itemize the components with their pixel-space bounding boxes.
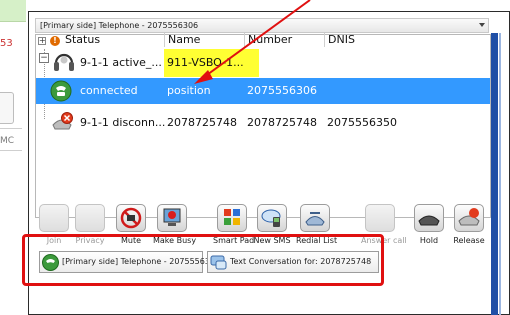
mute-icon [116, 204, 146, 232]
call-status: connected [80, 84, 138, 97]
column-header-number[interactable]: Number [244, 33, 292, 47]
call-name: 911-VSBO-1... [167, 56, 244, 69]
background-number-fragment: 53 [0, 38, 13, 49]
call-name: position [167, 84, 211, 97]
call-row-connected[interactable]: connected position 2075556306 [36, 78, 490, 104]
new-sms-icon [257, 204, 287, 232]
privacy-icon [75, 204, 105, 232]
vertical-scrollbar[interactable] [491, 33, 498, 315]
status-header-icon: ! [50, 36, 60, 46]
call-dnis: 2075556350 [327, 116, 397, 129]
join-icon [39, 204, 69, 232]
collapse-icon[interactable]: − [39, 53, 49, 63]
call-status: 9-1-1 disconn... [80, 116, 166, 129]
headset-icon [52, 50, 76, 79]
background-divider [0, 128, 22, 129]
smart-pad-icon [217, 204, 247, 232]
call-row-disconnected[interactable]: 9-1-1 disconn... 2078725748 2078725748 2… [36, 109, 490, 137]
window-title-bar[interactable]: [Primary side] Telephone - 2075556306 [35, 18, 489, 33]
call-number: 2078725748 [247, 116, 317, 129]
call-list-header: + ! Status Name Number DNIS [36, 33, 490, 47]
annotation-box [22, 234, 384, 286]
background-divider [0, 150, 22, 151]
answer-call-icon [365, 204, 395, 232]
release-icon [454, 204, 484, 232]
hold-button[interactable]: Hold [410, 202, 448, 248]
make-busy-icon [157, 204, 187, 232]
column-header-name[interactable]: Name [164, 33, 200, 47]
hold-icon [414, 204, 444, 232]
expand-all-icon[interactable]: + [38, 37, 46, 45]
release-label: Release [453, 236, 485, 245]
call-row-active[interactable]: − 9-1-1 active_... 911-VSBO-1... [36, 49, 490, 77]
call-number: 2075556306 [247, 84, 317, 97]
scrollbar-edge [499, 33, 501, 315]
background-label-fragment: MC [0, 136, 15, 146]
call-status: 9-1-1 active_... [80, 56, 162, 69]
window-title: [Primary side] Telephone - 2075556306 [40, 21, 199, 30]
hold-label: Hold [419, 236, 439, 245]
disconnected-phone-icon [50, 111, 74, 136]
redial-list-icon [300, 204, 330, 232]
background-box [0, 92, 14, 124]
call-name: 2078725748 [167, 116, 237, 129]
release-button[interactable]: Release [450, 202, 488, 248]
column-header-status[interactable]: Status [62, 33, 100, 47]
connected-phone-icon [50, 80, 72, 105]
background-green-bar [0, 0, 26, 22]
dropdown-arrow-icon[interactable] [479, 23, 485, 27]
column-header-dnis[interactable]: DNIS [324, 33, 355, 47]
call-list: + ! Status Name Number DNIS − 9-1-1 acti… [35, 33, 491, 218]
